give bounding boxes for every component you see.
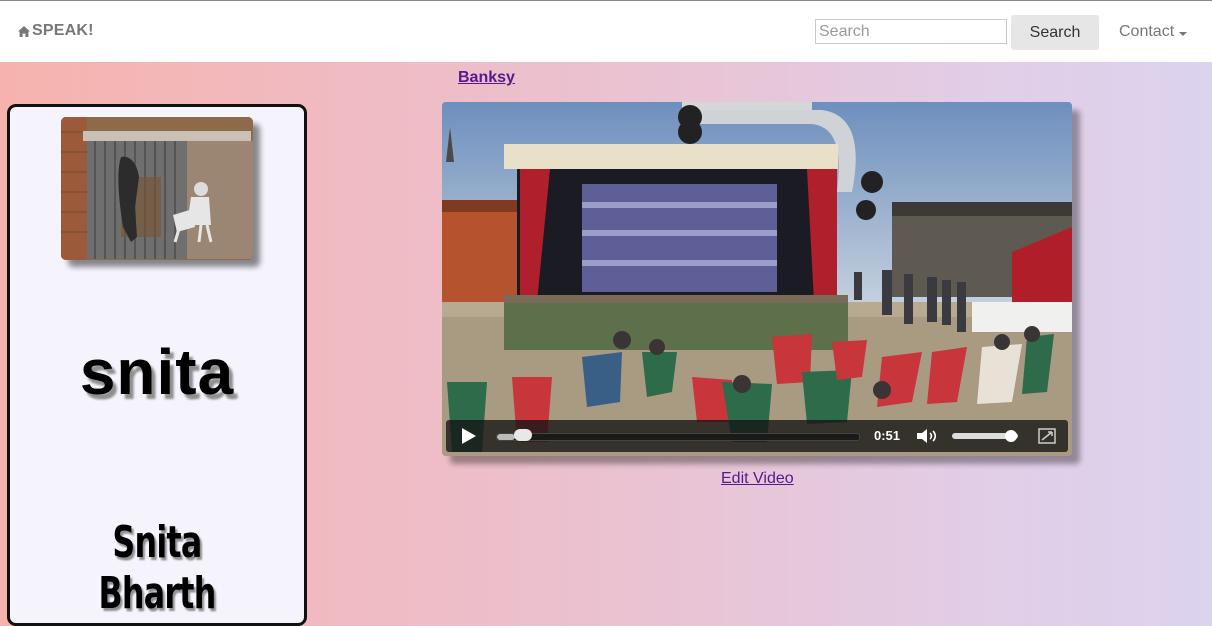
title-link[interactable]: Banksy bbox=[458, 69, 515, 87]
video-player[interactable]: 0:51 bbox=[442, 102, 1072, 456]
video-frame bbox=[442, 102, 1072, 456]
video-time: 0:51 bbox=[874, 428, 901, 443]
brand-text: SPEAK! bbox=[32, 22, 94, 39]
play-icon[interactable] bbox=[462, 428, 476, 444]
video-progress-fill bbox=[497, 434, 516, 440]
main-content: Banksy snita Snita Bharth 0:51 Edit Vide… bbox=[0, 62, 1212, 626]
search-button[interactable]: Search bbox=[1011, 15, 1099, 50]
contact-dropdown[interactable]: Contact bbox=[1119, 23, 1188, 41]
video-controls: 0:51 bbox=[446, 420, 1068, 452]
search-input[interactable] bbox=[815, 19, 1007, 44]
profile-card: snita Snita Bharth bbox=[7, 104, 307, 626]
home-icon bbox=[18, 25, 30, 37]
profile-artwork-image bbox=[61, 117, 253, 260]
volume-icon[interactable] bbox=[916, 428, 942, 444]
fullscreen-icon[interactable] bbox=[1038, 428, 1056, 444]
navbar: SPEAK! Search Contact bbox=[0, 1, 1212, 62]
video-progress-bar[interactable] bbox=[496, 433, 860, 441]
volume-thumb[interactable] bbox=[1005, 430, 1018, 442]
edit-video-link[interactable]: Edit Video bbox=[721, 470, 794, 488]
profile-username: snita bbox=[79, 336, 235, 408]
brand-link[interactable]: SPEAK! bbox=[17, 22, 94, 40]
contact-label: Contact bbox=[1119, 23, 1175, 40]
caret-down-icon bbox=[1179, 31, 1188, 36]
profile-full-name: Snita Bharth bbox=[98, 517, 216, 619]
video-progress-thumb[interactable] bbox=[514, 429, 533, 441]
